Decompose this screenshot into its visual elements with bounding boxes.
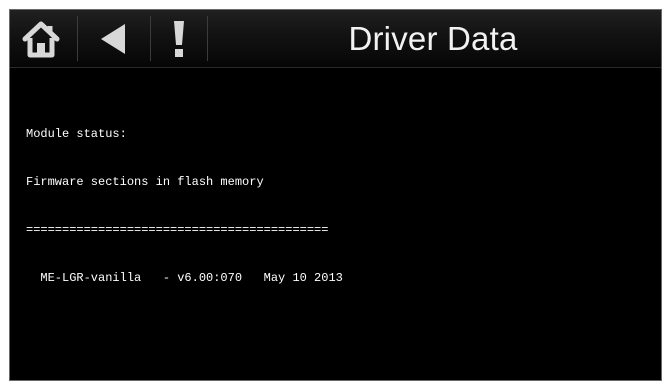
back-arrow-icon [101, 23, 125, 54]
firmware-entry: ME-LGR-vanilla - v6.00:070 May 10 2013 [26, 271, 343, 285]
toolbar-divider [150, 16, 151, 61]
back-button[interactable] [84, 10, 144, 67]
status-heading: Module status: [26, 127, 127, 141]
home-button[interactable] [12, 10, 70, 67]
page-title: Driver Data [348, 19, 518, 57]
home-icon [22, 21, 60, 57]
separator-line: ========================================… [26, 223, 329, 237]
driver-data-screen: Driver Data Module status: Firmware sect… [9, 9, 662, 381]
alert-button[interactable] [154, 10, 204, 67]
title-bar: Driver Data [10, 10, 661, 68]
exclamation-icon [174, 20, 184, 57]
toolbar-divider [77, 16, 78, 61]
module-status-text: Module status: Firmware sections in flas… [26, 94, 651, 318]
firmware-sections-label: Firmware sections in flash memory [26, 175, 264, 189]
